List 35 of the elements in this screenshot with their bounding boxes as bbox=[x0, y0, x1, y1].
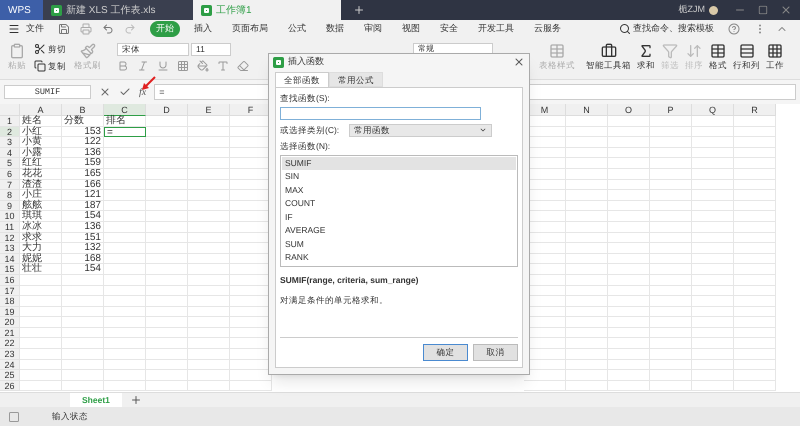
table-cell: 花花 bbox=[20, 168, 62, 180]
table-cell: 分数 bbox=[62, 116, 104, 127]
function-signature: SUMIF(range, criteria, sum_range) bbox=[280, 274, 420, 286]
table-cell: 122 bbox=[62, 137, 104, 148]
table-cell: 151 bbox=[62, 232, 104, 244]
table-cell: 154 bbox=[62, 211, 104, 222]
dialog-title: 插入函数 bbox=[288, 55, 324, 68]
category-label: 或选择类别(C): bbox=[280, 124, 340, 137]
table-cell: 求求 bbox=[20, 232, 62, 244]
table-cell: 壮壮 bbox=[20, 264, 62, 275]
table-cell: 大力 bbox=[20, 243, 62, 254]
table-cell: 159 bbox=[62, 158, 104, 169]
function-list-label: 选择函数(N): bbox=[280, 140, 332, 152]
table-cell: 153 bbox=[62, 126, 104, 138]
table-cell: 小黄 bbox=[20, 137, 62, 148]
table-cell: 红红 bbox=[20, 158, 62, 169]
table-cell: 小庄 bbox=[20, 190, 62, 201]
table-cell: 132 bbox=[62, 243, 104, 254]
table-cell: 166 bbox=[62, 180, 104, 190]
table-cell: = bbox=[104, 126, 146, 138]
table-cell: 冰冰 bbox=[20, 222, 62, 233]
table-cell: 琪琪 bbox=[20, 211, 62, 222]
table-cell: 165 bbox=[62, 168, 104, 180]
table-cell: 排名 bbox=[104, 116, 146, 127]
table-cell: 187 bbox=[62, 200, 104, 212]
table-cell: 136 bbox=[62, 222, 104, 233]
table-cell: 168 bbox=[62, 254, 104, 264]
table-cell: 121 bbox=[62, 190, 104, 201]
status-text: 输入状态 bbox=[52, 410, 88, 423]
table-cell: 小露 bbox=[20, 148, 62, 158]
table-cell: 136 bbox=[62, 148, 104, 158]
function-description: 对满足条件的单元格求和。 bbox=[280, 294, 389, 307]
search-label: 查找函数(S): bbox=[280, 92, 331, 105]
table-cell: 154 bbox=[62, 264, 104, 275]
table-cell: 姓名 bbox=[20, 116, 62, 127]
